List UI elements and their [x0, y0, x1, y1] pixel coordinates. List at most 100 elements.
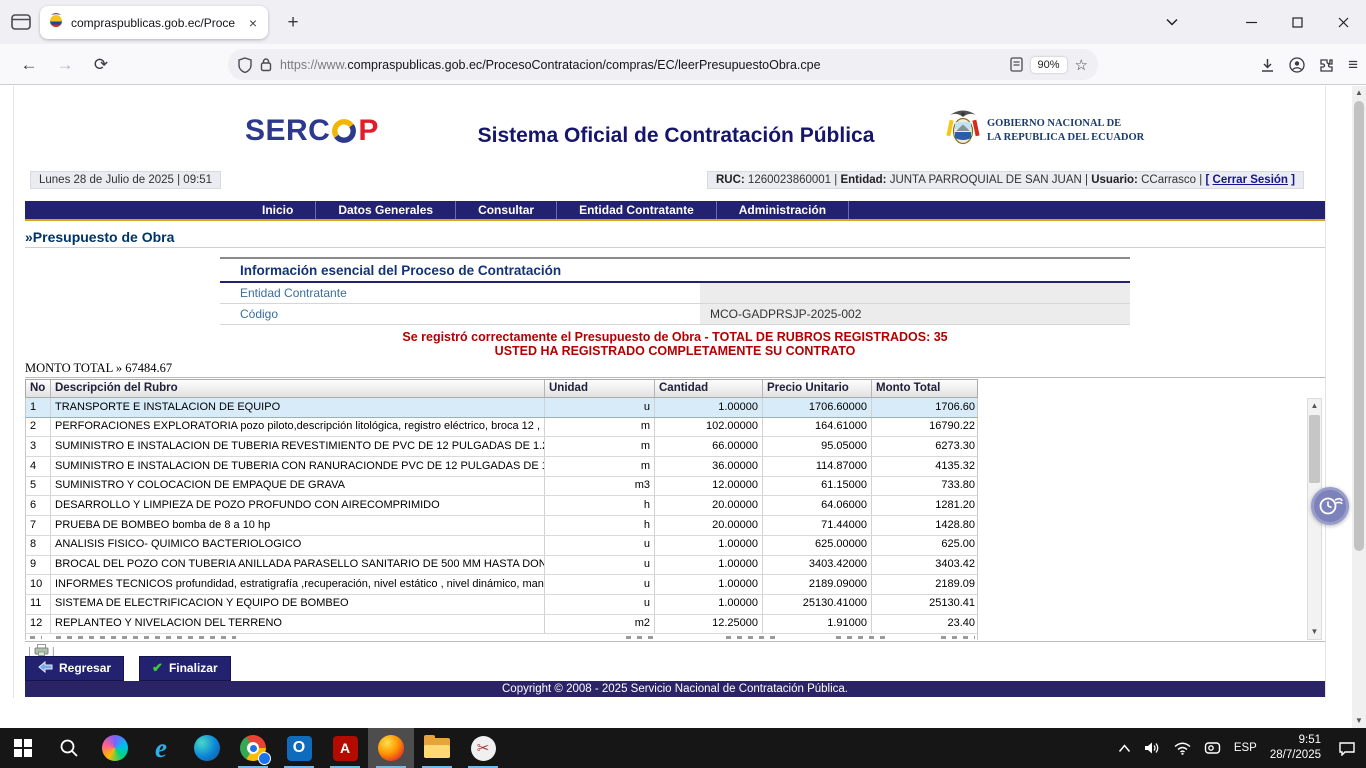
nav-item[interactable]: Consultar [456, 201, 557, 219]
taskbar-chrome[interactable] [230, 728, 276, 768]
taskbar-snipping-tool[interactable]: ✂ [460, 728, 506, 768]
table-row[interactable]: 5 SUMINISTRO Y COLOCACION DE EMPAQUE DE … [25, 477, 978, 497]
reader-mode-icon[interactable] [1010, 57, 1023, 72]
volume-icon[interactable] [1144, 741, 1161, 755]
divider [25, 641, 1325, 642]
taskbar-acrobat[interactable]: A [322, 728, 368, 768]
taskbar-edge[interactable] [184, 728, 230, 768]
taskbar-file-explorer[interactable] [414, 728, 460, 768]
chrome-profile-badge [258, 752, 271, 765]
tab-close-icon[interactable]: × [246, 15, 260, 31]
regresar-button[interactable]: Regresar [25, 656, 124, 681]
table-row[interactable]: 12 REPLANTEO Y NIVELACION DEL TERRENO m2… [25, 615, 978, 635]
table-row[interactable]: 8 ANALISIS FISICO- QUIMICO BACTERIOLOGIC… [25, 536, 978, 556]
search-icon [59, 738, 79, 758]
winged-clock-icon [1317, 494, 1343, 518]
table-row[interactable]: 1 TRANSPORTE E INSTALACION DE EQUIPO u 1… [25, 398, 978, 418]
table-row[interactable]: 2 PERFORACIONES EXPLORATORIA pozo piloto… [25, 418, 978, 438]
nav-item[interactable]: Entidad Contratante [557, 201, 717, 219]
forward-button[interactable]: → [50, 50, 80, 80]
taskbar-clock[interactable]: 9:5128/7/2025 [1270, 733, 1321, 763]
check-icon: ✔ [152, 660, 163, 676]
scroll-down-icon[interactable]: ▼ [1308, 625, 1321, 639]
main-nav: InicioDatos GeneralesConsultarEntidad Co… [25, 201, 1325, 221]
search-button[interactable] [46, 728, 92, 768]
monto-total: MONTO TOTAL » 67484.67 [25, 361, 172, 376]
tracking-shield-icon[interactable] [238, 57, 252, 73]
nav-item[interactable]: Datos Generales [316, 201, 456, 219]
zoom-level-chip[interactable]: 90% [1031, 57, 1067, 73]
reload-button[interactable]: ⟳ [86, 50, 116, 80]
divider [25, 377, 1325, 378]
breadcrumb: »Presupuesto de Obra [25, 229, 174, 245]
snipping-tool-icon: ✂ [471, 736, 496, 761]
nav-item[interactable]: Administración [717, 201, 849, 219]
table-row[interactable]: 10 INFORMES TECNICOS profundidad, estrat… [25, 575, 978, 595]
browser-tab-bar: compraspublicas.gob.ec/Proce × + [0, 0, 1366, 44]
window-minimize-button[interactable] [1228, 0, 1274, 44]
scroll-up-icon[interactable]: ▲ [1308, 399, 1321, 413]
back-arrow-icon [38, 661, 53, 676]
language-indicator[interactable]: ESP [1234, 742, 1257, 754]
tab-title: compraspublicas.gob.ec/Proce [71, 16, 239, 30]
taskbar-internet-explorer[interactable]: e [138, 728, 184, 768]
page-footer: Copyright © 2008 - 2025 Servicio Naciona… [25, 681, 1325, 697]
info-value [700, 283, 1130, 303]
page-content: SERC P Sistema Oficial de Contratación P… [0, 86, 1352, 728]
hidden-icons-chevron[interactable] [1118, 744, 1131, 753]
datetime-display: Lunes 28 de Julio de 2025 | 09:51 [30, 171, 221, 189]
bookmark-star-icon[interactable]: ☆ [1075, 56, 1088, 74]
nav-item[interactable]: Inicio [240, 201, 316, 219]
table-row[interactable]: 6 DESARROLLO Y LIMPIEZA DE POZO PROFUNDO… [25, 496, 978, 516]
taskbar-outlook[interactable]: O [276, 728, 322, 768]
copilot-icon [102, 735, 128, 761]
table-row[interactable]: 11 SISTEMA DE ELECTRIFICACION Y EQUIPO D… [25, 595, 978, 615]
table-row[interactable]: 4 SUMINISTRO E INSTALACION DE TUBERIA CO… [25, 457, 978, 477]
taskbar-firefox[interactable] [368, 728, 414, 768]
scroll-up-icon[interactable]: ▲ [1352, 86, 1366, 100]
lock-icon[interactable] [260, 57, 272, 72]
table-scrollbar-thumb[interactable] [1309, 415, 1320, 483]
ecuador-coat-of-arms-icon [945, 108, 981, 153]
browser-tab[interactable]: compraspublicas.gob.ec/Proce × [40, 6, 268, 39]
downloads-icon[interactable] [1260, 58, 1275, 73]
table-row[interactable]: 7 PRUEBA DE BOMBEO bomba de 8 a 10 hp h … [25, 516, 978, 536]
browser-scrollbar-thumb[interactable] [1354, 101, 1364, 551]
notifications-icon[interactable] [1338, 741, 1356, 756]
info-row: Código MCO-GADPRSJP-2025-002 [220, 304, 1130, 325]
scroll-down-icon[interactable]: ▼ [1352, 714, 1366, 728]
info-panel-title: Información esencial del Proceso de Cont… [220, 257, 1130, 283]
wifi-icon[interactable] [1174, 742, 1191, 755]
meet-now-icon[interactable] [1204, 741, 1221, 755]
session-info-bar: RUC: 1260023860001 | Entidad: JUNTA PARR… [707, 171, 1304, 189]
extensions-puzzle-icon[interactable] [1319, 58, 1334, 73]
url-text[interactable]: https://www.compraspublicas.gob.ec/Proce… [280, 58, 1002, 72]
page-right-border [1325, 86, 1326, 698]
acrobat-icon: A [333, 736, 358, 761]
taskbar-copilot[interactable] [92, 728, 138, 768]
table-row[interactable]: 9 BROCAL DEL POZO CON TUBERIA ANILLADA P… [25, 556, 978, 576]
window-maximize-button[interactable] [1274, 0, 1320, 44]
clock-extension-badge[interactable] [1311, 487, 1349, 525]
start-button[interactable] [0, 728, 46, 768]
budget-table: No Descripción del Rubro Unidad Cantidad… [25, 379, 978, 640]
new-tab-button[interactable]: + [280, 10, 306, 36]
outlook-icon: O [287, 736, 312, 761]
back-button[interactable]: ← [14, 50, 44, 80]
menu-hamburger-icon[interactable]: ≡ [1348, 55, 1358, 75]
firefox-view-icon[interactable] [10, 12, 32, 32]
favicon-ecuador-emblem [48, 12, 64, 33]
info-row: Entidad Contratante [220, 283, 1130, 304]
list-tabs-chevron-icon[interactable] [1149, 0, 1195, 44]
logout-link[interactable]: Cerrar Sesión [1213, 174, 1288, 186]
window-close-button[interactable] [1320, 0, 1366, 44]
account-icon[interactable] [1289, 57, 1305, 73]
table-row[interactable]: 3 SUMINISTRO E INSTALACION DE TUBERIA RE… [25, 437, 978, 457]
finalizar-button[interactable]: ✔ Finalizar [139, 656, 231, 681]
government-logo: GOBIERNO NACIONAL DELA REPUBLICA DEL ECU… [945, 108, 1144, 153]
registration-status-message: Se registró correctamente el Presupuesto… [25, 330, 1325, 359]
edge-icon [194, 735, 220, 761]
browser-scrollbar[interactable]: ▲ ▼ [1352, 86, 1366, 728]
url-bar[interactable]: https://www.compraspublicas.gob.ec/Proce… [228, 49, 1098, 80]
page-title: Sistema Oficial de Contratación Pública [0, 124, 1352, 148]
